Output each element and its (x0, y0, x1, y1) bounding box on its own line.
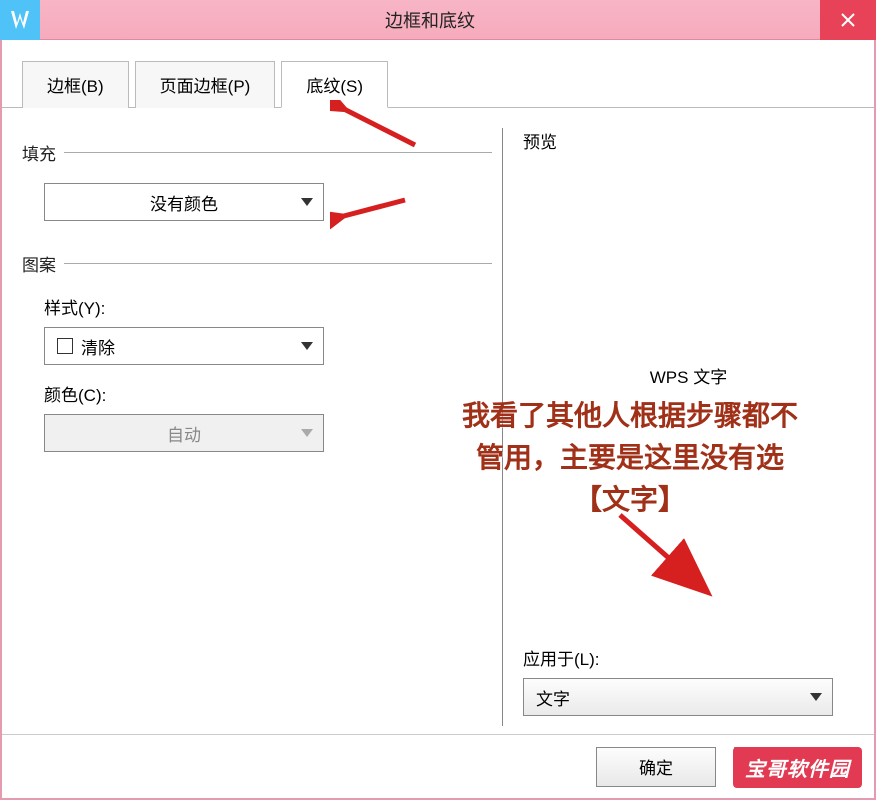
ok-button[interactable]: 确定 (596, 747, 716, 787)
fill-color-value: 没有颜色 (150, 190, 218, 215)
app-icon (0, 0, 40, 40)
apply-area: 应用于(L): 文字 (523, 645, 844, 716)
divider-line (64, 263, 492, 264)
close-button[interactable] (820, 0, 876, 40)
chevron-down-icon (810, 693, 822, 701)
fill-group-label: 填充 (22, 140, 492, 165)
chevron-down-icon (301, 198, 313, 206)
style-value: 清除 (81, 334, 115, 359)
preview-label: 预览 (523, 128, 854, 153)
right-panel: 预览 WPS 文字 应用于(L): 文字 (502, 128, 854, 726)
content-area: 填充 没有颜色 图案 样式(Y): 清除 颜色(C): 自动 (2, 108, 874, 746)
pattern-group-label: 图案 (22, 251, 492, 276)
tab-page-border[interactable]: 页面边框(P) (135, 61, 276, 108)
fill-color-dropdown[interactable]: 没有颜色 (44, 183, 324, 221)
left-panel: 填充 没有颜色 图案 样式(Y): 清除 颜色(C): 自动 (22, 128, 502, 726)
apply-to-dropdown[interactable]: 文字 (523, 678, 833, 716)
color-value: 自动 (167, 421, 201, 446)
pattern-group-text: 图案 (22, 251, 56, 276)
titlebar: 边框和底纹 (0, 0, 876, 40)
window-title: 边框和底纹 (40, 7, 820, 33)
fill-group-text: 填充 (22, 140, 56, 165)
style-label: 样式(Y): (44, 294, 492, 319)
divider-line (64, 152, 492, 153)
preview-text: WPS 文字 (523, 363, 854, 388)
chevron-down-icon (301, 429, 313, 437)
watermark-badge: 宝哥软件园 (733, 747, 862, 788)
apply-label: 应用于(L): (523, 645, 844, 670)
dialog-body: 边框(B) 页面边框(P) 底纹(S) 填充 没有颜色 图案 样式(Y): 清除 (0, 40, 876, 800)
tab-shading[interactable]: 底纹(S) (281, 61, 388, 108)
tab-border[interactable]: 边框(B) (22, 61, 129, 108)
close-icon (841, 13, 855, 27)
style-dropdown[interactable]: 清除 (44, 327, 324, 365)
tab-strip: 边框(B) 页面边框(P) 底纹(S) (2, 40, 874, 108)
color-dropdown: 自动 (44, 414, 324, 452)
chevron-down-icon (301, 342, 313, 350)
style-swatch-icon (57, 338, 73, 354)
color-label: 颜色(C): (44, 381, 492, 406)
apply-to-value: 文字 (536, 685, 570, 710)
